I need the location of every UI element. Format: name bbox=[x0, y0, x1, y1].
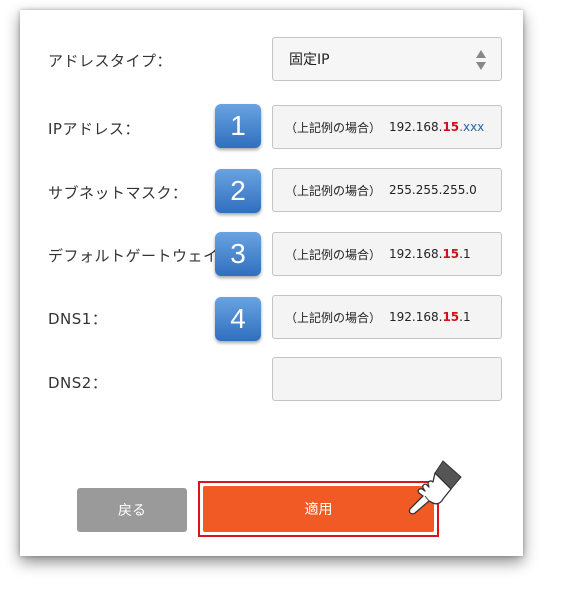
dns2-label: DNS2： bbox=[48, 374, 108, 392]
default-gateway-value-mid: 15 bbox=[442, 247, 460, 261]
dns1-value-tail: .1 bbox=[459, 310, 471, 324]
back-button[interactable]: 戻る bbox=[77, 488, 187, 532]
ip-address-field[interactable]: （上記例の場合） 192.168. 15 .xxx bbox=[272, 105, 502, 149]
subnet-mask-field[interactable]: （上記例の場合） 255.255.255.0 bbox=[272, 168, 502, 212]
step-badge-3: 3 bbox=[215, 232, 261, 276]
dns1-value-head: 192.168. bbox=[389, 310, 443, 324]
dns1-value-mid: 15 bbox=[442, 310, 460, 324]
default-gateway-label: デフォルトゲートウェイ： bbox=[48, 247, 235, 265]
ip-address-prefix: （上記例の場合） bbox=[285, 120, 382, 135]
default-gateway-prefix: （上記例の場合） bbox=[285, 247, 382, 262]
default-gateway-value-tail: .1 bbox=[459, 247, 471, 261]
subnet-mask-label: サブネットマスク： bbox=[48, 184, 188, 202]
step-badge-4: 4 bbox=[215, 297, 261, 341]
dns1-label: DNS1： bbox=[48, 310, 108, 328]
ip-address-value-tail: .xxx bbox=[459, 120, 485, 134]
step-badge-1: 1 bbox=[215, 104, 261, 148]
ip-address-value-head: 192.168. bbox=[389, 120, 443, 134]
hand-pointer-icon bbox=[408, 460, 462, 515]
subnet-mask-value: 255.255.255.0 bbox=[389, 183, 477, 197]
address-type-select[interactable]: 固定IP bbox=[272, 37, 502, 81]
dns1-prefix: （上記例の場合） bbox=[285, 310, 382, 325]
dns2-field[interactable] bbox=[272, 357, 502, 401]
address-type-label: アドレスタイプ： bbox=[48, 52, 173, 70]
ip-address-value-mid: 15 bbox=[442, 120, 460, 134]
dns1-field[interactable]: （上記例の場合） 192.168. 15.1 bbox=[272, 295, 502, 339]
updown-arrows-icon bbox=[476, 50, 486, 70]
ip-address-label: IPアドレス： bbox=[48, 120, 140, 138]
address-type-value: 固定IP bbox=[289, 52, 330, 68]
subnet-mask-prefix: （上記例の場合） bbox=[285, 183, 382, 198]
step-badge-2: 2 bbox=[215, 169, 261, 213]
default-gateway-value-head: 192.168. bbox=[389, 247, 443, 261]
default-gateway-field[interactable]: （上記例の場合） 192.168. 15.1 bbox=[272, 232, 502, 276]
